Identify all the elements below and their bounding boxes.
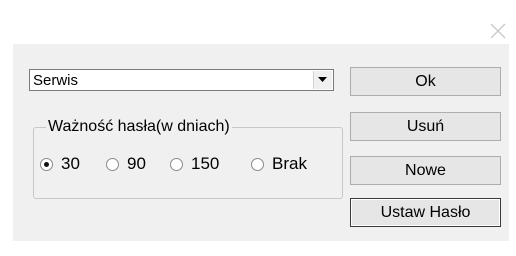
set-password-button[interactable]: Ustaw Hasło: [350, 198, 501, 227]
radio-90[interactable]: 90: [106, 155, 146, 173]
radio-30-dot[interactable]: [40, 157, 53, 171]
new-button[interactable]: Nowe: [350, 156, 501, 185]
dropdown-button[interactable]: [313, 71, 332, 89]
radio-30[interactable]: 30: [40, 155, 80, 173]
ok-button[interactable]: Ok: [350, 67, 501, 96]
radio-90-dot[interactable]: [106, 157, 119, 171]
radio-brak-label: Brak: [272, 154, 307, 173]
radio-30-label: 30: [61, 154, 80, 173]
radio-150-label: 150: [191, 154, 220, 173]
chevron-down-icon: [318, 77, 327, 82]
radio-90-label: 90: [127, 154, 146, 173]
user-combobox[interactable]: Serwis: [29, 69, 334, 91]
remove-button[interactable]: Usuń: [350, 112, 501, 141]
radio-150-dot[interactable]: [170, 157, 183, 171]
radio-brak[interactable]: Brak: [251, 155, 307, 173]
validity-legend: Ważność hasła(w dniach): [46, 118, 232, 136]
radio-150[interactable]: 150: [170, 155, 219, 173]
close-icon[interactable]: [489, 22, 507, 40]
user-combobox-value: Serwis: [33, 72, 79, 89]
radio-brak-dot[interactable]: [251, 157, 264, 171]
